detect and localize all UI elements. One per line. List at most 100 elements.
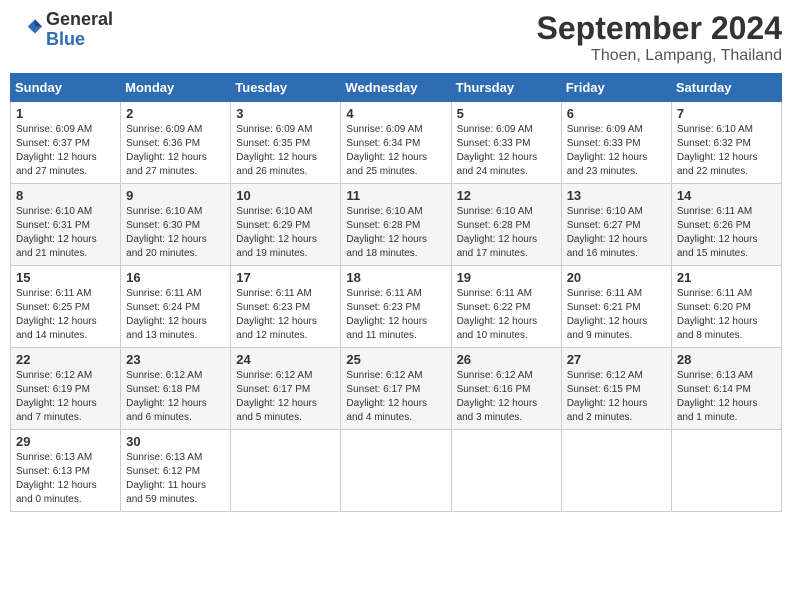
sunrise-label: Sunrise: 6:11 AM <box>677 206 752 217</box>
daylight-label: Daylight: 12 hours and 11 minutes. <box>346 316 427 341</box>
sunset-label: Sunset: 6:33 PM <box>567 138 641 149</box>
daylight-label: Daylight: 12 hours and 15 minutes. <box>677 234 758 259</box>
sunrise-label: Sunrise: 6:10 AM <box>677 124 753 135</box>
calendar-cell: 2 Sunrise: 6:09 AM Sunset: 6:36 PM Dayli… <box>121 102 231 184</box>
day-info: Sunrise: 6:10 AM Sunset: 6:30 PM Dayligh… <box>126 205 225 261</box>
sunset-label: Sunset: 6:34 PM <box>346 138 420 149</box>
day-info: Sunrise: 6:09 AM Sunset: 6:34 PM Dayligh… <box>346 123 445 179</box>
daylight-label: Daylight: 11 hours and 59 minutes. <box>126 480 206 505</box>
daylight-label: Daylight: 12 hours and 10 minutes. <box>457 316 538 341</box>
day-info: Sunrise: 6:11 AM Sunset: 6:23 PM Dayligh… <box>346 287 445 343</box>
daylight-label: Daylight: 12 hours and 27 minutes. <box>16 152 97 177</box>
calendar-cell: 21 Sunrise: 6:11 AM Sunset: 6:20 PM Dayl… <box>671 266 781 348</box>
day-number: 2 <box>126 106 225 121</box>
logo-text: General Blue <box>46 10 113 50</box>
calendar-cell: 28 Sunrise: 6:13 AM Sunset: 6:14 PM Dayl… <box>671 348 781 430</box>
day-number: 21 <box>677 270 776 285</box>
day-number: 26 <box>457 352 556 367</box>
day-number: 4 <box>346 106 445 121</box>
sunset-label: Sunset: 6:33 PM <box>457 138 531 149</box>
calendar-week-row: 22 Sunrise: 6:12 AM Sunset: 6:19 PM Dayl… <box>11 348 782 430</box>
calendar-cell: 8 Sunrise: 6:10 AM Sunset: 6:31 PM Dayli… <box>11 184 121 266</box>
calendar-cell: 13 Sunrise: 6:10 AM Sunset: 6:27 PM Dayl… <box>561 184 671 266</box>
day-info: Sunrise: 6:10 AM Sunset: 6:27 PM Dayligh… <box>567 205 666 261</box>
sunrise-label: Sunrise: 6:10 AM <box>16 206 92 217</box>
daylight-label: Daylight: 12 hours and 26 minutes. <box>236 152 317 177</box>
day-number: 9 <box>126 188 225 203</box>
sunset-label: Sunset: 6:24 PM <box>126 302 200 313</box>
day-number: 24 <box>236 352 335 367</box>
logo: General Blue <box>10 10 113 50</box>
day-info: Sunrise: 6:13 AM Sunset: 6:14 PM Dayligh… <box>677 369 776 425</box>
calendar-cell: 19 Sunrise: 6:11 AM Sunset: 6:22 PM Dayl… <box>451 266 561 348</box>
sunrise-label: Sunrise: 6:11 AM <box>567 288 642 299</box>
sunset-label: Sunset: 6:28 PM <box>346 220 420 231</box>
sunrise-label: Sunrise: 6:11 AM <box>346 288 421 299</box>
month-year-title: September 2024 <box>537 10 782 47</box>
daylight-label: Daylight: 12 hours and 2 minutes. <box>567 398 648 423</box>
sunset-label: Sunset: 6:13 PM <box>16 466 90 477</box>
sunrise-label: Sunrise: 6:12 AM <box>457 370 533 381</box>
calendar-cell: 22 Sunrise: 6:12 AM Sunset: 6:19 PM Dayl… <box>11 348 121 430</box>
daylight-label: Daylight: 12 hours and 8 minutes. <box>677 316 758 341</box>
sunset-label: Sunset: 6:17 PM <box>236 384 310 395</box>
day-info: Sunrise: 6:12 AM Sunset: 6:15 PM Dayligh… <box>567 369 666 425</box>
location-subtitle: Thoen, Lampang, Thailand <box>537 47 782 65</box>
sunset-label: Sunset: 6:23 PM <box>236 302 310 313</box>
calendar-cell <box>451 430 561 512</box>
day-number: 7 <box>677 106 776 121</box>
calendar-cell: 18 Sunrise: 6:11 AM Sunset: 6:23 PM Dayl… <box>341 266 451 348</box>
day-number: 14 <box>677 188 776 203</box>
day-info: Sunrise: 6:11 AM Sunset: 6:21 PM Dayligh… <box>567 287 666 343</box>
sunrise-label: Sunrise: 6:11 AM <box>126 288 201 299</box>
sunrise-label: Sunrise: 6:13 AM <box>677 370 753 381</box>
calendar-cell <box>231 430 341 512</box>
daylight-label: Daylight: 12 hours and 12 minutes. <box>236 316 317 341</box>
calendar-week-row: 8 Sunrise: 6:10 AM Sunset: 6:31 PM Dayli… <box>11 184 782 266</box>
day-number: 29 <box>16 434 115 449</box>
calendar-cell: 30 Sunrise: 6:13 AM Sunset: 6:12 PM Dayl… <box>121 430 231 512</box>
day-number: 12 <box>457 188 556 203</box>
calendar-cell: 24 Sunrise: 6:12 AM Sunset: 6:17 PM Dayl… <box>231 348 341 430</box>
sunrise-label: Sunrise: 6:12 AM <box>567 370 643 381</box>
day-info: Sunrise: 6:11 AM Sunset: 6:23 PM Dayligh… <box>236 287 335 343</box>
day-info: Sunrise: 6:11 AM Sunset: 6:25 PM Dayligh… <box>16 287 115 343</box>
daylight-label: Daylight: 12 hours and 19 minutes. <box>236 234 317 259</box>
calendar-cell <box>561 430 671 512</box>
sunset-label: Sunset: 6:12 PM <box>126 466 200 477</box>
sunset-label: Sunset: 6:29 PM <box>236 220 310 231</box>
calendar-week-row: 29 Sunrise: 6:13 AM Sunset: 6:13 PM Dayl… <box>11 430 782 512</box>
day-info: Sunrise: 6:12 AM Sunset: 6:18 PM Dayligh… <box>126 369 225 425</box>
weekday-header-monday: Monday <box>121 74 231 102</box>
day-number: 13 <box>567 188 666 203</box>
day-number: 5 <box>457 106 556 121</box>
day-number: 27 <box>567 352 666 367</box>
title-block: September 2024 Thoen, Lampang, Thailand <box>537 10 782 65</box>
weekday-header-tuesday: Tuesday <box>231 74 341 102</box>
daylight-label: Daylight: 12 hours and 21 minutes. <box>16 234 97 259</box>
sunset-label: Sunset: 6:23 PM <box>346 302 420 313</box>
calendar-cell: 25 Sunrise: 6:12 AM Sunset: 6:17 PM Dayl… <box>341 348 451 430</box>
day-info: Sunrise: 6:13 AM Sunset: 6:12 PM Dayligh… <box>126 451 225 507</box>
day-number: 18 <box>346 270 445 285</box>
calendar-header-row: SundayMondayTuesdayWednesdayThursdayFrid… <box>11 74 782 102</box>
sunset-label: Sunset: 6:17 PM <box>346 384 420 395</box>
sunrise-label: Sunrise: 6:11 AM <box>16 288 91 299</box>
daylight-label: Daylight: 12 hours and 14 minutes. <box>16 316 97 341</box>
day-info: Sunrise: 6:09 AM Sunset: 6:33 PM Dayligh… <box>567 123 666 179</box>
calendar-cell: 27 Sunrise: 6:12 AM Sunset: 6:15 PM Dayl… <box>561 348 671 430</box>
day-number: 1 <box>16 106 115 121</box>
day-number: 8 <box>16 188 115 203</box>
daylight-label: Daylight: 12 hours and 25 minutes. <box>346 152 427 177</box>
weekday-header-thursday: Thursday <box>451 74 561 102</box>
sunrise-label: Sunrise: 6:12 AM <box>236 370 312 381</box>
sunrise-label: Sunrise: 6:10 AM <box>236 206 312 217</box>
day-info: Sunrise: 6:10 AM Sunset: 6:28 PM Dayligh… <box>457 205 556 261</box>
sunrise-label: Sunrise: 6:10 AM <box>567 206 643 217</box>
sunrise-label: Sunrise: 6:12 AM <box>346 370 422 381</box>
day-info: Sunrise: 6:11 AM Sunset: 6:20 PM Dayligh… <box>677 287 776 343</box>
day-number: 15 <box>16 270 115 285</box>
calendar-week-row: 1 Sunrise: 6:09 AM Sunset: 6:37 PM Dayli… <box>11 102 782 184</box>
daylight-label: Daylight: 12 hours and 24 minutes. <box>457 152 538 177</box>
day-number: 25 <box>346 352 445 367</box>
